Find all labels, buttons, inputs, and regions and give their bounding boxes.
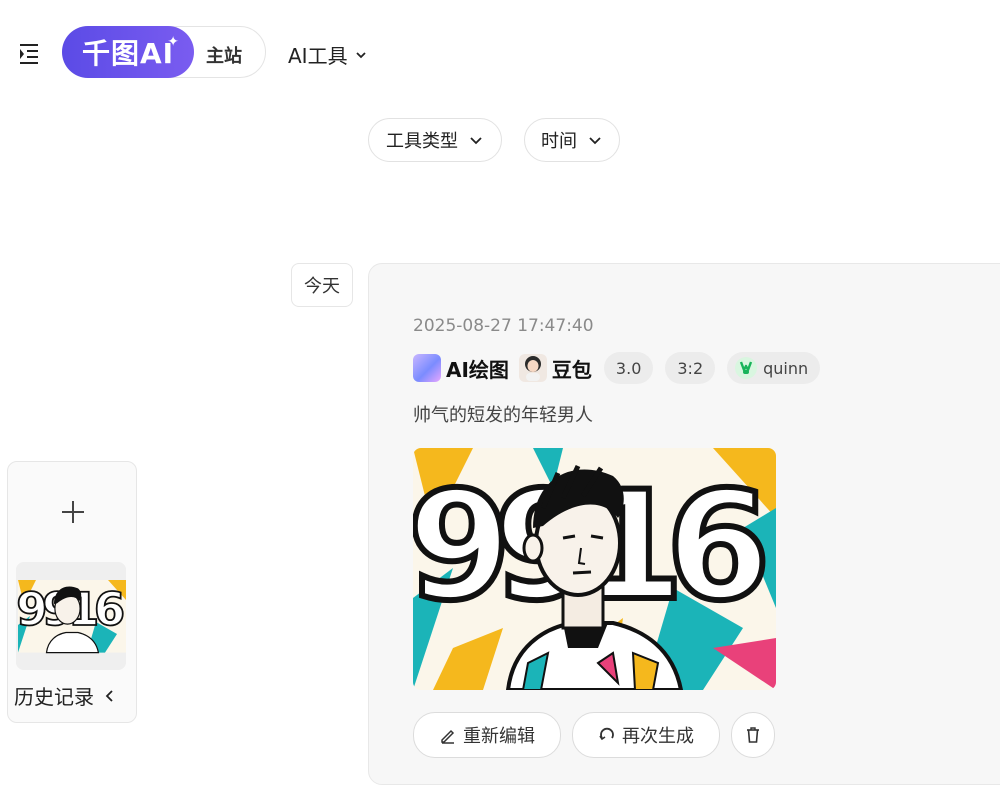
logo-text: 千图AI: [81, 37, 175, 70]
history-toggle[interactable]: 历史记录: [14, 681, 116, 710]
ai-tools-label: AI工具: [288, 44, 348, 68]
re-edit-button[interactable]: 重新编辑: [413, 712, 561, 758]
ai-drawing-app-icon: [413, 354, 441, 382]
date-group-label: 今天: [291, 263, 353, 307]
version-chip: 3.0: [603, 352, 654, 384]
regenerate-label: 再次生成: [622, 726, 694, 747]
re-edit-label: 重新编辑: [463, 726, 535, 747]
user-name: quinn: [763, 358, 809, 378]
chevron-down-icon: [589, 137, 601, 145]
user-chip: quinn: [727, 352, 821, 384]
tool-type-filter[interactable]: 工具类型: [368, 118, 502, 162]
app-name: AI绘图: [446, 357, 509, 382]
delete-button[interactable]: [731, 712, 775, 758]
chevron-down-icon: [470, 137, 482, 145]
meta-row: AI绘图 豆包 3.0 3:2 quinn: [413, 352, 832, 384]
time-filter[interactable]: 时间: [524, 118, 620, 162]
site-logo[interactable]: 千图AI ✦: [62, 26, 194, 78]
ai-tools-menu[interactable]: AI工具: [288, 40, 368, 69]
chevron-left-icon: [105, 689, 113, 702]
pencil-icon: [441, 729, 455, 744]
timestamp: 2025-08-27 17:47:40: [413, 316, 594, 336]
tool-type-label: 工具类型: [386, 131, 458, 152]
plus-icon[interactable]: [58, 497, 88, 527]
model-name: 豆包: [551, 357, 592, 382]
user-avatar-icon: [735, 357, 758, 379]
main-site-link[interactable]: 主站: [206, 42, 242, 68]
history-label: 历史记录: [14, 685, 94, 709]
sparkle-icon: ✦: [167, 34, 180, 50]
refresh-icon: [599, 727, 614, 741]
doubao-avatar-icon: [518, 354, 547, 382]
prompt-text: 帅气的短发的年轻男人: [413, 405, 593, 426]
menu-indent-icon[interactable]: [18, 42, 40, 64]
chevron-down-icon: [355, 51, 366, 58]
generated-image[interactable]: 9916: [413, 448, 776, 690]
ratio-chip: 3:2: [665, 352, 716, 384]
trash-icon: [747, 727, 759, 743]
regenerate-button[interactable]: 再次生成: [572, 712, 720, 758]
history-thumbnail[interactable]: 9916: [16, 562, 126, 670]
time-label: 时间: [541, 131, 577, 152]
